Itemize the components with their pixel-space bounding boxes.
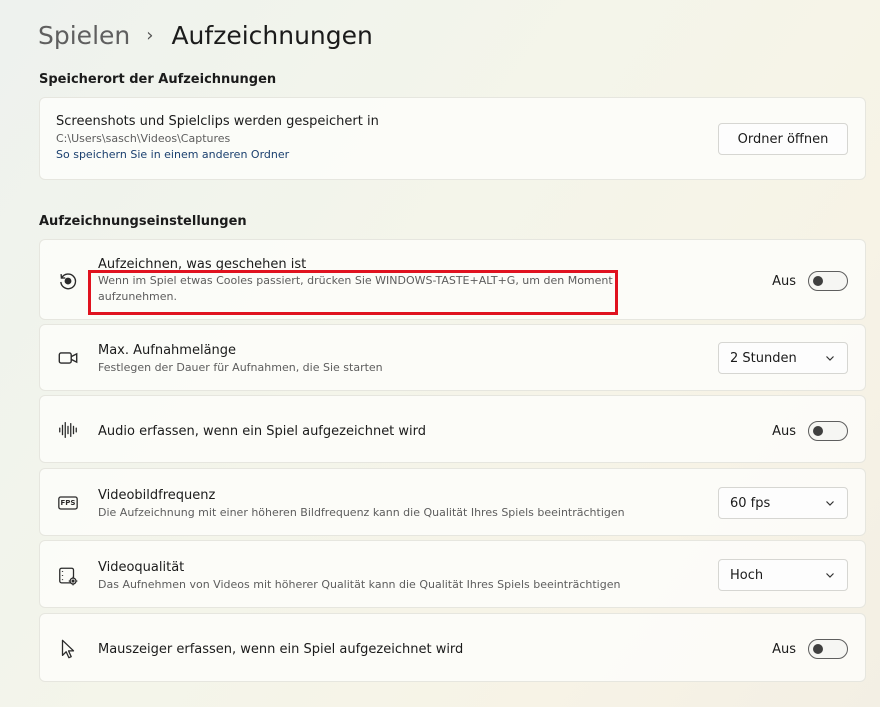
setting-title: Mauszeiger erfassen, wenn ein Spiel aufg… — [98, 642, 464, 657]
toggle-knob — [813, 276, 823, 286]
setting-quality: Videoqualität Das Aufnehmen von Videos m… — [39, 540, 866, 608]
storage-path: C:\Users\sasch\Videos\Captures — [56, 132, 231, 145]
dropdown-value: 2 Stunden — [730, 350, 797, 366]
record-what-happened-toggle[interactable] — [808, 271, 848, 291]
dropdown-value: Hoch — [730, 567, 764, 583]
setting-description: Festlegen der Dauer für Aufnahmen, die S… — [98, 361, 383, 374]
cursor-capture-toggle[interactable] — [808, 639, 848, 659]
breadcrumb: Spielen › Aufzeichnungen — [38, 16, 373, 54]
setting-max-length: Max. Aufnahmelänge Festlegen der Dauer f… — [39, 324, 866, 391]
section-title-settings: Aufzeichnungseinstellungen — [39, 214, 247, 229]
audio-waveform-icon — [56, 418, 80, 442]
setting-framerate: FPS Videobildfrequenz Die Aufzeichnung m… — [39, 468, 866, 536]
breadcrumb-separator-icon: › — [146, 24, 154, 46]
toggle-knob — [813, 426, 823, 436]
chevron-down-icon — [826, 356, 834, 361]
toggle-state-label: Aus — [772, 273, 796, 289]
toggle-state-label: Aus — [772, 423, 796, 439]
fps-icon-text: FPS — [60, 499, 76, 507]
video-settings-icon — [56, 564, 80, 588]
section-title-storage: Speicherort der Aufzeichnungen — [39, 72, 277, 87]
storage-title: Screenshots und Spielclips werden gespei… — [56, 114, 379, 129]
framerate-dropdown[interactable]: 60 fps — [718, 487, 848, 519]
toggle-knob — [813, 644, 823, 654]
video-camera-icon — [56, 346, 80, 370]
page-title: Aufzeichnungen — [171, 20, 373, 50]
setting-audio: Audio erfassen, wenn ein Spiel aufgezeic… — [39, 395, 866, 463]
mouse-pointer-icon — [56, 637, 80, 661]
chevron-down-icon — [826, 573, 834, 578]
setting-title: Audio erfassen, wenn ein Spiel aufgezeic… — [98, 424, 427, 439]
setting-title: Videoqualität — [98, 560, 185, 575]
audio-toggle-group: Aus — [772, 421, 848, 441]
fps-icon: FPS — [56, 491, 80, 515]
breadcrumb-parent-spielen[interactable]: Spielen — [38, 21, 130, 50]
quality-dropdown[interactable]: Hoch — [718, 559, 848, 591]
setting-cursor: Mauszeiger erfassen, wenn ein Spiel aufg… — [39, 613, 866, 682]
record-toggle-group: Aus — [772, 271, 848, 291]
setting-title: Max. Aufnahmelänge — [98, 343, 237, 358]
chevron-down-icon — [826, 501, 834, 506]
setting-description: Das Aufnehmen von Videos mit höherer Qua… — [98, 578, 621, 591]
highlight-annotation-box — [88, 270, 618, 315]
open-folder-button[interactable]: Ordner öffnen — [718, 123, 848, 155]
max-length-dropdown[interactable]: 2 Stunden — [718, 342, 848, 374]
replay-record-icon — [56, 269, 80, 293]
cursor-toggle-group: Aus — [772, 639, 848, 659]
setting-description: Die Aufzeichnung mit einer höheren Bildf… — [98, 506, 625, 519]
dropdown-value: 60 fps — [730, 495, 771, 511]
toggle-state-label: Aus — [772, 641, 796, 657]
change-folder-link[interactable]: So speichern Sie in einem anderen Ordner — [56, 148, 379, 161]
audio-capture-toggle[interactable] — [808, 421, 848, 441]
storage-card: Screenshots und Spielclips werden gespei… — [39, 97, 866, 180]
setting-title: Videobildfrequenz — [98, 488, 216, 503]
